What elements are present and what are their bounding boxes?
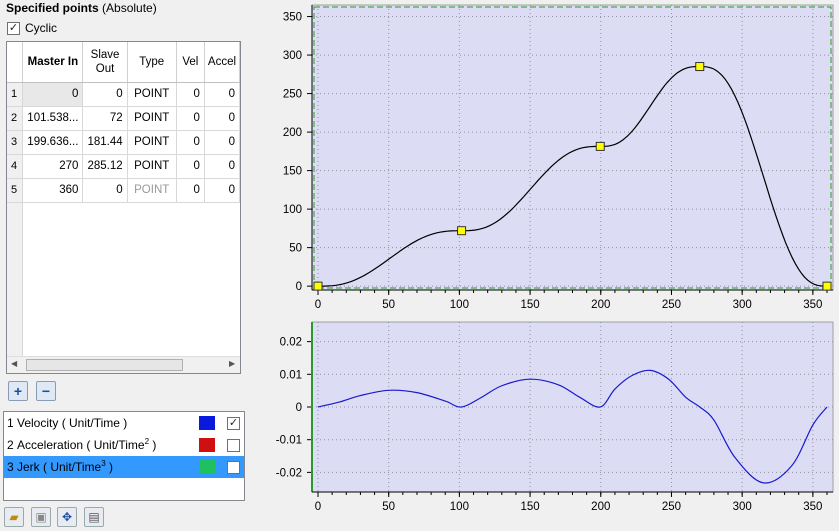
point-marker [822,281,832,291]
y-tick-label: 50 [289,243,302,255]
point-marker [313,281,323,291]
y-tick-label: 0 [296,281,302,293]
y-tick-label: 100 [283,204,302,216]
x-tick-label: 300 [733,299,752,311]
x-tick-label: 300 [733,501,752,513]
x-tick-label: 100 [450,299,469,311]
y-tick-label: 200 [283,127,302,139]
x-tick-label: 200 [591,299,610,311]
cam-editor-window: Specified points (Absolute) ✓ Cyclic Mast… [0,0,839,531]
point-marker [595,141,605,151]
point-marker [695,62,705,72]
point-marker [457,226,467,236]
charts-svg: 0 50 100 150 200 250 300 350 0 50 100 150 200 250 300 3… [276,4,834,513]
x-tick-label: 0 [315,501,321,513]
x-tick-label: 100 [450,501,469,513]
y-tick-label: 250 [283,89,302,101]
x-tick-label: 50 [382,501,395,513]
y-tick-label: 150 [283,166,302,178]
x-tick-label: 250 [662,501,681,513]
y-tick-label: 0.01 [280,369,302,381]
x-tick-label: 350 [803,501,822,513]
x-tick-label: 350 [803,299,822,311]
y-tick-label: -0.01 [276,435,302,447]
x-tick-label: 0 [315,299,321,311]
x-tick-label: 200 [591,501,610,513]
x-tick-label: 250 [662,299,681,311]
y-tick-label: -0.02 [276,467,302,479]
x-tick-label: 50 [382,299,395,311]
y-tick-label: 300 [283,50,302,62]
x-tick-label: 150 [520,501,539,513]
x-tick-label: 150 [520,299,539,311]
y-tick-label: 350 [283,12,302,24]
y-tick-label: 0.02 [280,337,302,349]
y-tick-label: 0 [296,402,302,414]
